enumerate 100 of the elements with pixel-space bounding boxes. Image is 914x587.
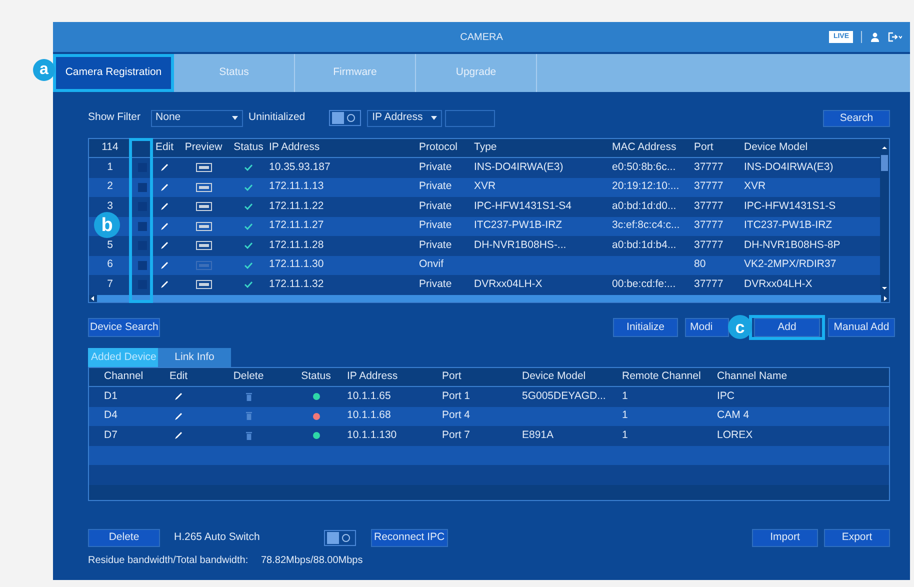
column-header[interactable]: IP Address bbox=[347, 369, 398, 385]
search-button[interactable]: Search bbox=[823, 110, 890, 126]
caret-icon bbox=[232, 116, 238, 120]
column-header[interactable]: Protocol bbox=[419, 140, 458, 156]
row-number: 1 bbox=[107, 160, 113, 175]
column-header[interactable]: Edit bbox=[169, 369, 188, 385]
table-cell-text: D1 bbox=[104, 388, 118, 404]
column-header[interactable]: Edit bbox=[155, 140, 174, 156]
uninitialized-label: Uninitialized bbox=[248, 110, 306, 126]
search-input-field[interactable] bbox=[445, 110, 496, 126]
table-cell-text: 37777 bbox=[694, 179, 724, 194]
table-cell-text: 10.35.93.187 bbox=[269, 160, 330, 175]
table-cell-text: INS-DO4IRWA(E3) bbox=[474, 160, 564, 175]
column-header[interactable]: Preview bbox=[184, 140, 222, 156]
table-cell-text: Onvif bbox=[419, 257, 444, 272]
table-cell-text: 172.11.1.30 bbox=[269, 257, 324, 272]
column-header[interactable]: Status bbox=[301, 369, 331, 385]
tab[interactable]: Camera Registration bbox=[53, 54, 174, 92]
table-cell-text: 172.11.1.22 bbox=[269, 198, 324, 214]
table-cell-text: Private bbox=[419, 179, 452, 194]
table-cell-text: Private bbox=[419, 198, 452, 214]
import-button[interactable]: Import bbox=[752, 528, 818, 546]
dropdown-value: None bbox=[156, 110, 181, 126]
table-cell-text: 1 bbox=[622, 428, 628, 443]
export-button[interactable]: Export bbox=[824, 528, 890, 546]
table-cell-text: Port 7 bbox=[442, 428, 470, 443]
pencil-icon[interactable] bbox=[160, 222, 169, 231]
row-number: 3 bbox=[107, 198, 113, 214]
column-header[interactable]: Port bbox=[442, 369, 462, 385]
toggle-switch[interactable] bbox=[324, 530, 356, 546]
table-cell-text: 172.11.1.28 bbox=[269, 238, 324, 253]
table-cell-text: Private bbox=[419, 276, 452, 292]
table-cell-text: LOREX bbox=[717, 428, 753, 443]
reconnect-ipc-button[interactable]: Reconnect IPC bbox=[371, 528, 448, 546]
vertical-scrollbar[interactable] bbox=[880, 139, 889, 294]
table-cell-text: 10.1.1.65 bbox=[347, 388, 391, 404]
table-cell-text: 172.11.1.13 bbox=[269, 179, 324, 194]
row-checkbox[interactable] bbox=[138, 182, 146, 192]
column-header[interactable]: Channel bbox=[104, 369, 144, 385]
table-cell-text: IPC bbox=[717, 388, 735, 404]
column-header[interactable]: IP Address bbox=[269, 140, 320, 156]
table-cell-text: ITC237-PW1B-IRZ bbox=[474, 218, 562, 234]
caret-icon bbox=[431, 116, 438, 120]
row-checkbox[interactable] bbox=[138, 222, 146, 231]
column-header[interactable]: Channel Name bbox=[717, 369, 788, 385]
toggle-switch[interactable] bbox=[329, 110, 362, 126]
row-checkbox[interactable] bbox=[138, 260, 146, 270]
pencil-icon[interactable] bbox=[160, 241, 169, 250]
pencil-icon[interactable] bbox=[160, 163, 169, 172]
action-button[interactable]: Add bbox=[754, 318, 820, 337]
sub-tab[interactable]: Link Info bbox=[158, 348, 231, 367]
column-header[interactable]: Delete bbox=[233, 369, 264, 385]
pencil-icon[interactable] bbox=[174, 431, 183, 440]
table-cell-text: Private bbox=[419, 238, 452, 253]
table-cell-text: E891A bbox=[522, 428, 554, 443]
column-header[interactable]: MAC Address bbox=[612, 140, 676, 156]
table-cell-text: 37777 bbox=[694, 276, 724, 292]
action-button[interactable]: Initialize bbox=[613, 318, 678, 337]
table-cell-text: ITC237-PW1B-IRZ bbox=[744, 218, 832, 234]
table-cell-text: 00:be:cd:fe:... bbox=[612, 276, 676, 292]
scroll-down-icon[interactable] bbox=[881, 284, 888, 290]
table-cell-text: IPC-HFW1431S1-S4 bbox=[474, 198, 572, 214]
filter-dropdown[interactable]: None bbox=[150, 110, 243, 126]
table-cell-text: Port 4 bbox=[442, 408, 470, 424]
logout-icon[interactable] bbox=[888, 32, 902, 42]
table-cell-text: XVR bbox=[744, 179, 766, 194]
bandwidth-label: Residue bandwidth/Total bandwidth: bbox=[88, 554, 250, 568]
table-cell-text: 1 bbox=[622, 408, 628, 424]
column-header[interactable]: Status bbox=[234, 140, 264, 156]
delete-button[interactable]: Delete bbox=[88, 528, 160, 546]
trash-icon[interactable] bbox=[246, 392, 252, 401]
table-cell-text: 37777 bbox=[694, 198, 724, 214]
column-header[interactable]: 114 bbox=[102, 140, 118, 156]
column-header[interactable]: Remote Channel bbox=[622, 369, 701, 385]
scroll-thumb[interactable] bbox=[881, 155, 888, 171]
pencil-icon[interactable] bbox=[160, 202, 169, 212]
user-icon[interactable] bbox=[870, 32, 880, 42]
annotation-badge: a bbox=[33, 59, 55, 81]
table-cell-text: 172.11.1.27 bbox=[269, 218, 324, 234]
column-header[interactable]: Device Model bbox=[744, 140, 808, 156]
scroll-up-icon[interactable] bbox=[881, 145, 888, 151]
table-cell-text: 3c:ef:8c:c4:c... bbox=[612, 218, 680, 234]
row-number: 2 bbox=[107, 179, 113, 194]
pencil-icon[interactable] bbox=[160, 182, 169, 192]
row-number: 6 bbox=[107, 257, 113, 272]
table-cell-text: Port 1 bbox=[442, 388, 470, 404]
table-cell-text: 172.11.1.32 bbox=[269, 276, 324, 292]
pencil-icon[interactable] bbox=[160, 260, 169, 270]
column-header[interactable]: Type bbox=[474, 140, 497, 156]
column-header[interactable]: Device Model bbox=[522, 369, 586, 385]
action-button[interactable]: Manual Add bbox=[828, 318, 895, 337]
pencil-icon[interactable] bbox=[160, 280, 169, 290]
column-header[interactable]: Port bbox=[694, 140, 714, 156]
action-button[interactable]: Modi bbox=[685, 318, 729, 337]
pencil-icon[interactable] bbox=[174, 412, 183, 421]
pencil-icon[interactable] bbox=[174, 392, 183, 402]
field-dropdown[interactable]: IP Address bbox=[367, 110, 442, 126]
device-search-button[interactable]: Device Search bbox=[88, 318, 160, 337]
table-cell-text: 5G005DEYAGD... bbox=[522, 388, 606, 404]
trash-icon[interactable] bbox=[246, 432, 252, 440]
